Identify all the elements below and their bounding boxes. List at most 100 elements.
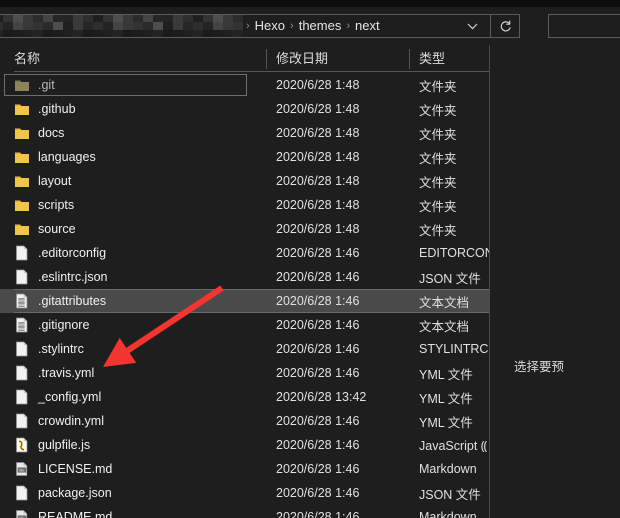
- table-row[interactable]: package.json 2020/6/28 1:46 JSON 文件: [0, 481, 489, 505]
- folder-icon: [14, 197, 30, 213]
- preview-placeholder-text: 选择要预: [514, 360, 565, 374]
- file-date-cell: 2020/6/28 1:48: [276, 102, 360, 116]
- table-row[interactable]: M↓ LICENSE.md 2020/6/28 1:46 Markdown: [0, 457, 489, 481]
- file-name-label: package.json: [38, 486, 112, 500]
- header-underline: [14, 71, 489, 72]
- table-row[interactable]: .git 2020/6/28 1:48 文件夹: [0, 73, 489, 97]
- file-type-cell: 文本文档: [419, 319, 470, 334]
- search-box[interactable]: [548, 14, 620, 38]
- file-name-label: .github: [38, 102, 76, 116]
- file-text-icon: [14, 317, 30, 333]
- column-header-type[interactable]: 类型: [419, 45, 445, 73]
- folder-icon: [14, 173, 30, 189]
- table-row[interactable]: source 2020/6/28 1:48 文件夹: [0, 217, 489, 241]
- column-header-date[interactable]: 修改日期: [276, 45, 328, 73]
- address-bar[interactable]: › Hexo › themes › next: [0, 14, 520, 38]
- table-row[interactable]: docs 2020/6/28 1:48 文件夹: [0, 121, 489, 145]
- file-text-icon: [14, 293, 30, 309]
- table-row[interactable]: .editorconfig 2020/6/28 1:46 EDITORCON: [0, 241, 489, 265]
- table-row[interactable]: scripts 2020/6/28 1:48 文件夹: [0, 193, 489, 217]
- file-name-cell[interactable]: source: [14, 217, 264, 241]
- file-explorer-window: › Hexo › themes › next 名称 修改日期 类型 .git 2…: [0, 0, 620, 518]
- table-row[interactable]: .stylintrc 2020/6/28 1:46 STYLINTRC: [0, 337, 489, 361]
- table-row[interactable]: gulpfile.js 2020/6/28 1:46 JavaScript ⸨: [0, 433, 489, 457]
- list-column-header: 名称 修改日期 类型: [0, 45, 489, 73]
- file-date-cell: 2020/6/28 1:46: [276, 270, 360, 284]
- file-name-label: LICENSE.md: [38, 462, 113, 476]
- file-name-label: _config.yml: [38, 390, 102, 404]
- file-name-cell[interactable]: M↓ LICENSE.md: [14, 457, 264, 481]
- breadcrumb-item-hexo[interactable]: Hexo: [251, 15, 289, 37]
- file-name-cell[interactable]: M↓ README.md: [14, 505, 264, 518]
- file-type-cell: 文本文档: [419, 295, 470, 310]
- file-name-cell[interactable]: gulpfile.js: [14, 433, 264, 457]
- table-row[interactable]: languages 2020/6/28 1:48 文件夹: [0, 145, 489, 169]
- file-name-cell[interactable]: layout: [14, 169, 264, 193]
- table-row[interactable]: .gitignore 2020/6/28 1:46 文本文档: [0, 313, 489, 337]
- file-type-cell: 文件夹: [419, 127, 457, 142]
- file-date-cell: 2020/6/28 1:46: [276, 342, 360, 356]
- file-name-cell[interactable]: crowdin.yml: [14, 409, 264, 433]
- file-name-cell[interactable]: scripts: [14, 193, 264, 217]
- column-divider[interactable]: [409, 49, 410, 69]
- javascript-icon: [14, 437, 30, 453]
- breadcrumb-item-themes[interactable]: themes: [295, 15, 346, 37]
- file-type-cell: 文件夹: [419, 103, 457, 118]
- folder-icon: [14, 149, 30, 165]
- file-name-label: gulpfile.js: [38, 438, 91, 452]
- table-row[interactable]: _config.yml 2020/6/28 13:42 YML 文件: [0, 385, 489, 409]
- markdown-icon: M↓: [14, 461, 30, 477]
- file-name-cell[interactable]: .git: [14, 73, 264, 97]
- column-divider[interactable]: [266, 49, 267, 69]
- file-date-cell: 2020/6/28 1:48: [276, 78, 360, 92]
- column-header-name[interactable]: 名称: [14, 45, 40, 73]
- file-name-label: .gitattributes: [38, 294, 107, 308]
- breadcrumb-item-next[interactable]: next: [351, 15, 384, 37]
- file-name-cell[interactable]: .travis.yml: [14, 361, 264, 385]
- file-type-cell: 文件夹: [419, 223, 457, 238]
- file-date-cell: 2020/6/28 1:48: [276, 198, 360, 212]
- file-name-cell[interactable]: .eslintrc.json: [14, 265, 264, 289]
- folder-icon: [14, 221, 30, 237]
- file-type-cell: STYLINTRC: [419, 342, 489, 356]
- table-row[interactable]: .gitattributes 2020/6/28 1:46 文本文档: [0, 289, 489, 313]
- file-name-label: .editorconfig: [38, 246, 107, 260]
- file-type-cell: YML 文件: [419, 415, 473, 430]
- table-row[interactable]: layout 2020/6/28 1:48 文件夹: [0, 169, 489, 193]
- file-date-cell: 2020/6/28 13:42: [276, 390, 367, 404]
- file-name-cell[interactable]: .gitattributes: [14, 289, 264, 313]
- markdown-icon: M↓: [14, 509, 30, 518]
- file-name-cell[interactable]: docs: [14, 121, 264, 145]
- file-date-cell: 2020/6/28 1:48: [276, 222, 360, 236]
- file-type-cell: JSON 文件: [419, 487, 481, 502]
- file-date-cell: 2020/6/28 1:46: [276, 462, 360, 476]
- file-type-cell: YML 文件: [419, 391, 473, 406]
- file-name-cell[interactable]: .stylintrc: [14, 337, 264, 361]
- toolbar: › Hexo › themes › next: [0, 7, 620, 45]
- file-name-label: docs: [38, 126, 65, 140]
- file-blank-icon: [14, 365, 30, 381]
- file-name-cell[interactable]: .github: [14, 97, 264, 121]
- file-name-cell[interactable]: package.json: [14, 481, 264, 505]
- file-name-cell[interactable]: _config.yml: [14, 385, 264, 409]
- chevron-down-icon[interactable]: [454, 15, 490, 37]
- file-list[interactable]: .git 2020/6/28 1:48 文件夹 .github 2020/6/28 1:…: [0, 73, 489, 518]
- file-date-cell: 2020/6/28 1:46: [276, 246, 360, 260]
- table-row[interactable]: M↓ README.md 2020/6/28 1:46 Markdown: [0, 505, 489, 518]
- file-date-cell: 2020/6/28 1:48: [276, 150, 360, 164]
- table-row[interactable]: .travis.yml 2020/6/28 1:46 YML 文件: [0, 361, 489, 385]
- window-top-strip: [0, 0, 620, 7]
- table-row[interactable]: crowdin.yml 2020/6/28 1:46 YML 文件: [0, 409, 489, 433]
- refresh-icon[interactable]: [491, 15, 519, 37]
- file-date-cell: 2020/6/28 1:46: [276, 438, 360, 452]
- table-row[interactable]: .eslintrc.json 2020/6/28 1:46 JSON 文件: [0, 265, 489, 289]
- file-name-label: scripts: [38, 198, 75, 212]
- file-name-cell[interactable]: .gitignore: [14, 313, 264, 337]
- folder-dim-icon: [14, 77, 30, 93]
- file-type-cell: YML 文件: [419, 367, 473, 382]
- file-date-cell: 2020/6/28 1:46: [276, 486, 360, 500]
- table-row[interactable]: .github 2020/6/28 1:48 文件夹: [0, 97, 489, 121]
- file-name-cell[interactable]: languages: [14, 145, 264, 169]
- file-name-cell[interactable]: .editorconfig: [14, 241, 264, 265]
- folder-icon: [14, 101, 30, 117]
